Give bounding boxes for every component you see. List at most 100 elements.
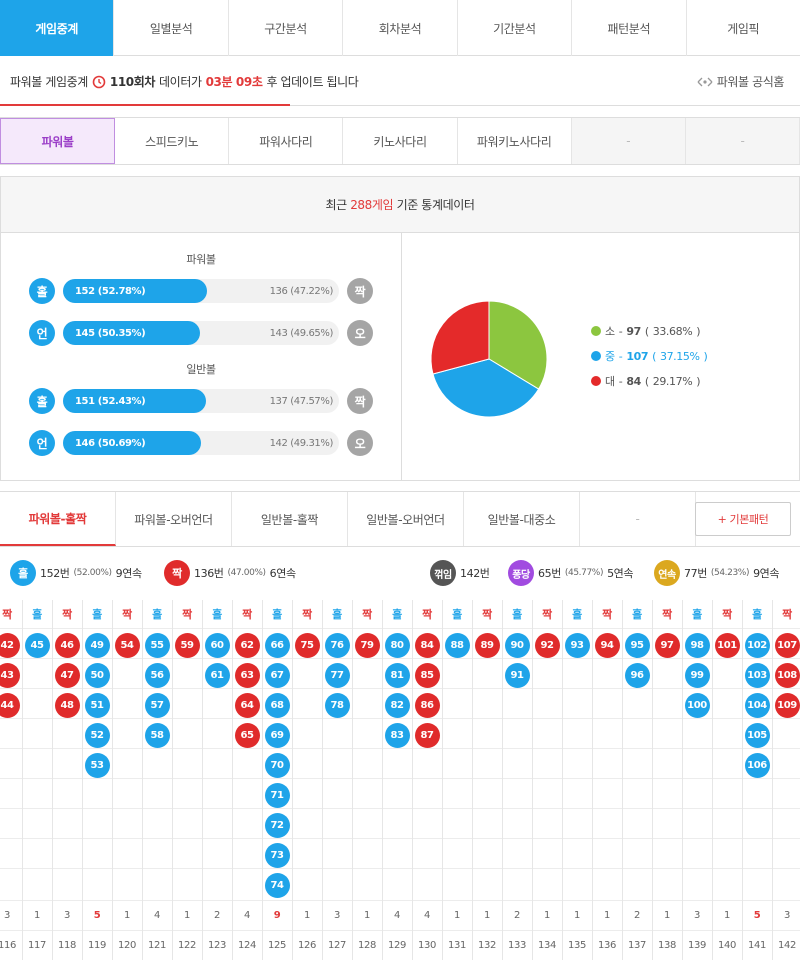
column-header-even: 짝: [422, 608, 432, 621]
tab-powerball-overunder[interactable]: 파워볼-오버언더: [116, 492, 232, 546]
stats-title-pre: 최근: [325, 198, 347, 212]
column-header-even: 짝: [782, 608, 792, 621]
result-ball: 68: [264, 693, 290, 718]
summary-streak: 5연속: [607, 567, 634, 580]
result-ball: 107: [774, 633, 800, 658]
clock-icon: [92, 75, 106, 88]
tab-keno-ladder[interactable]: 키노사다리: [343, 118, 458, 164]
pattern-tabs: 파워볼-홀짝 파워볼-오버언더 일반볼-홀짝 일반볼-오버언더 일반볼-대중소 …: [0, 491, 800, 547]
odd-icon: 홀: [29, 278, 55, 304]
pattern-summary: 홀 152번 (52.00%) 9연속 짝 136번 (47.00%) 6연속 꺾임…: [0, 556, 800, 592]
result-ball: 56: [144, 663, 170, 688]
round-number: 134: [538, 939, 556, 951]
column-header-odd: 홀: [572, 608, 582, 621]
tab-pattern[interactable]: 패턴분석: [572, 0, 687, 56]
round-number: 122: [178, 939, 196, 951]
result-ball: 89: [474, 633, 500, 658]
result-ball: 70: [264, 753, 290, 778]
tab-normal-oddeven[interactable]: 일반볼-홀짝: [232, 492, 348, 546]
result-ball: 104: [744, 693, 770, 718]
result-ball: 95: [624, 633, 650, 658]
result-ball: 74: [264, 873, 290, 898]
official-home-link[interactable]: 파워볼 공식홈: [697, 73, 784, 90]
streak-count: 2: [214, 909, 220, 921]
tab-normal-overunder[interactable]: 일반볼-오버언더: [348, 492, 464, 546]
tab-daily[interactable]: 일별분석: [114, 0, 229, 56]
grid-row-line: [0, 838, 800, 839]
stat-bar-right-value: 136 (47.22%): [269, 285, 334, 297]
round-label: 110회차: [109, 75, 156, 89]
result-ball: 44: [0, 693, 20, 718]
stat-row-powerball-oddeven: 홀 152 (52.78%) 136 (47.22%) 짝: [29, 278, 375, 304]
tab-powerball-oddeven[interactable]: 파워볼-홀짝: [0, 492, 116, 546]
round-number: 128: [358, 939, 376, 951]
basic-pattern-button[interactable]: + 기본패턴: [695, 502, 791, 536]
tab-powerball[interactable]: 파워볼: [0, 118, 116, 164]
round-number: 119: [88, 939, 106, 951]
summary-streak: 9연속: [753, 567, 780, 580]
streak-count: 4: [154, 909, 160, 921]
round-number: 116: [0, 939, 16, 951]
tab-live[interactable]: 게임중계: [0, 0, 115, 56]
game-tabs: 파워볼 스피드키노 파워사다리 키노사다리 파워키노사다리 - -: [0, 117, 800, 165]
tab-pattern-empty: -: [580, 492, 696, 546]
tab-round[interactable]: 회차분석: [343, 0, 458, 56]
column-header-even: 짝: [542, 608, 552, 621]
result-ball: 65: [234, 723, 260, 748]
stat-bar-fill: 152 (52.78%): [63, 279, 207, 303]
result-ball: 101: [714, 633, 740, 658]
tab-powerkeno-ladder[interactable]: 파워키노사다리: [457, 118, 572, 164]
result-ball: 46: [54, 633, 80, 658]
tab-pick[interactable]: 게임픽: [687, 0, 800, 56]
tab-period[interactable]: 기간분석: [458, 0, 573, 56]
streak-count: 2: [634, 909, 640, 921]
streak-count: 9: [273, 909, 281, 921]
round-number: 139: [688, 939, 706, 951]
streak-count: 4: [424, 909, 430, 921]
result-ball: 88: [444, 633, 470, 658]
column-header-odd: 홀: [692, 608, 702, 621]
result-ball: 105: [744, 723, 770, 748]
result-ball: 87: [414, 723, 440, 748]
result-ball: 85: [414, 663, 440, 688]
result-ball: 106: [744, 753, 770, 778]
summary-streak: 9연속: [115, 567, 142, 580]
stat-bar-track: 145 (50.35%) 143 (49.65%): [63, 321, 339, 345]
column-header-even: 짝: [122, 608, 132, 621]
column-header-odd: 홀: [392, 608, 402, 621]
result-ball: 71: [264, 783, 290, 808]
result-ball: 94: [594, 633, 620, 658]
streak-count: 1: [454, 909, 460, 921]
streak-count: 1: [304, 909, 310, 921]
summary-pct: (54.23%): [710, 568, 750, 578]
result-ball: 76: [324, 633, 350, 658]
column-header-even: 짝: [662, 608, 672, 621]
stats-title: 최근 288게임 기준 통계데이터: [1, 177, 799, 233]
result-ball: 103: [744, 663, 770, 688]
tab-range[interactable]: 구간분석: [229, 0, 344, 56]
info-bar: 파워볼 게임중계 110회차 데이터가 03분 09초 후 업데이트 됩니다 파…: [0, 56, 800, 106]
result-ball: 102: [744, 633, 770, 658]
link-icon: [697, 77, 713, 86]
result-ball: 97: [654, 633, 680, 658]
legend-dot-medium: [591, 351, 601, 361]
tab-power-ladder[interactable]: 파워사다리: [229, 118, 344, 164]
round-number: 133: [508, 939, 526, 951]
round-number: 130: [418, 939, 436, 951]
result-ball: 83: [384, 723, 410, 748]
tab-normal-size[interactable]: 일반볼-대중소: [464, 492, 580, 546]
under-icon: 언: [29, 430, 55, 456]
streak-count: 1: [34, 909, 40, 921]
summary-pct: (45.77%): [564, 568, 604, 578]
summary-count: 65번: [538, 567, 561, 580]
round-number: 137: [628, 939, 646, 951]
column-header-even: 짝: [722, 608, 732, 621]
round-number: 117: [28, 939, 46, 951]
column-header-odd: 홀: [332, 608, 342, 621]
column-header-odd: 홀: [752, 608, 762, 621]
tab-speedkeno[interactable]: 스피드키노: [115, 118, 230, 164]
round-number: 120: [118, 939, 136, 951]
odd-icon: 홀: [29, 388, 55, 414]
update-progress-bar: [0, 104, 290, 106]
round-number: 127: [328, 939, 346, 951]
